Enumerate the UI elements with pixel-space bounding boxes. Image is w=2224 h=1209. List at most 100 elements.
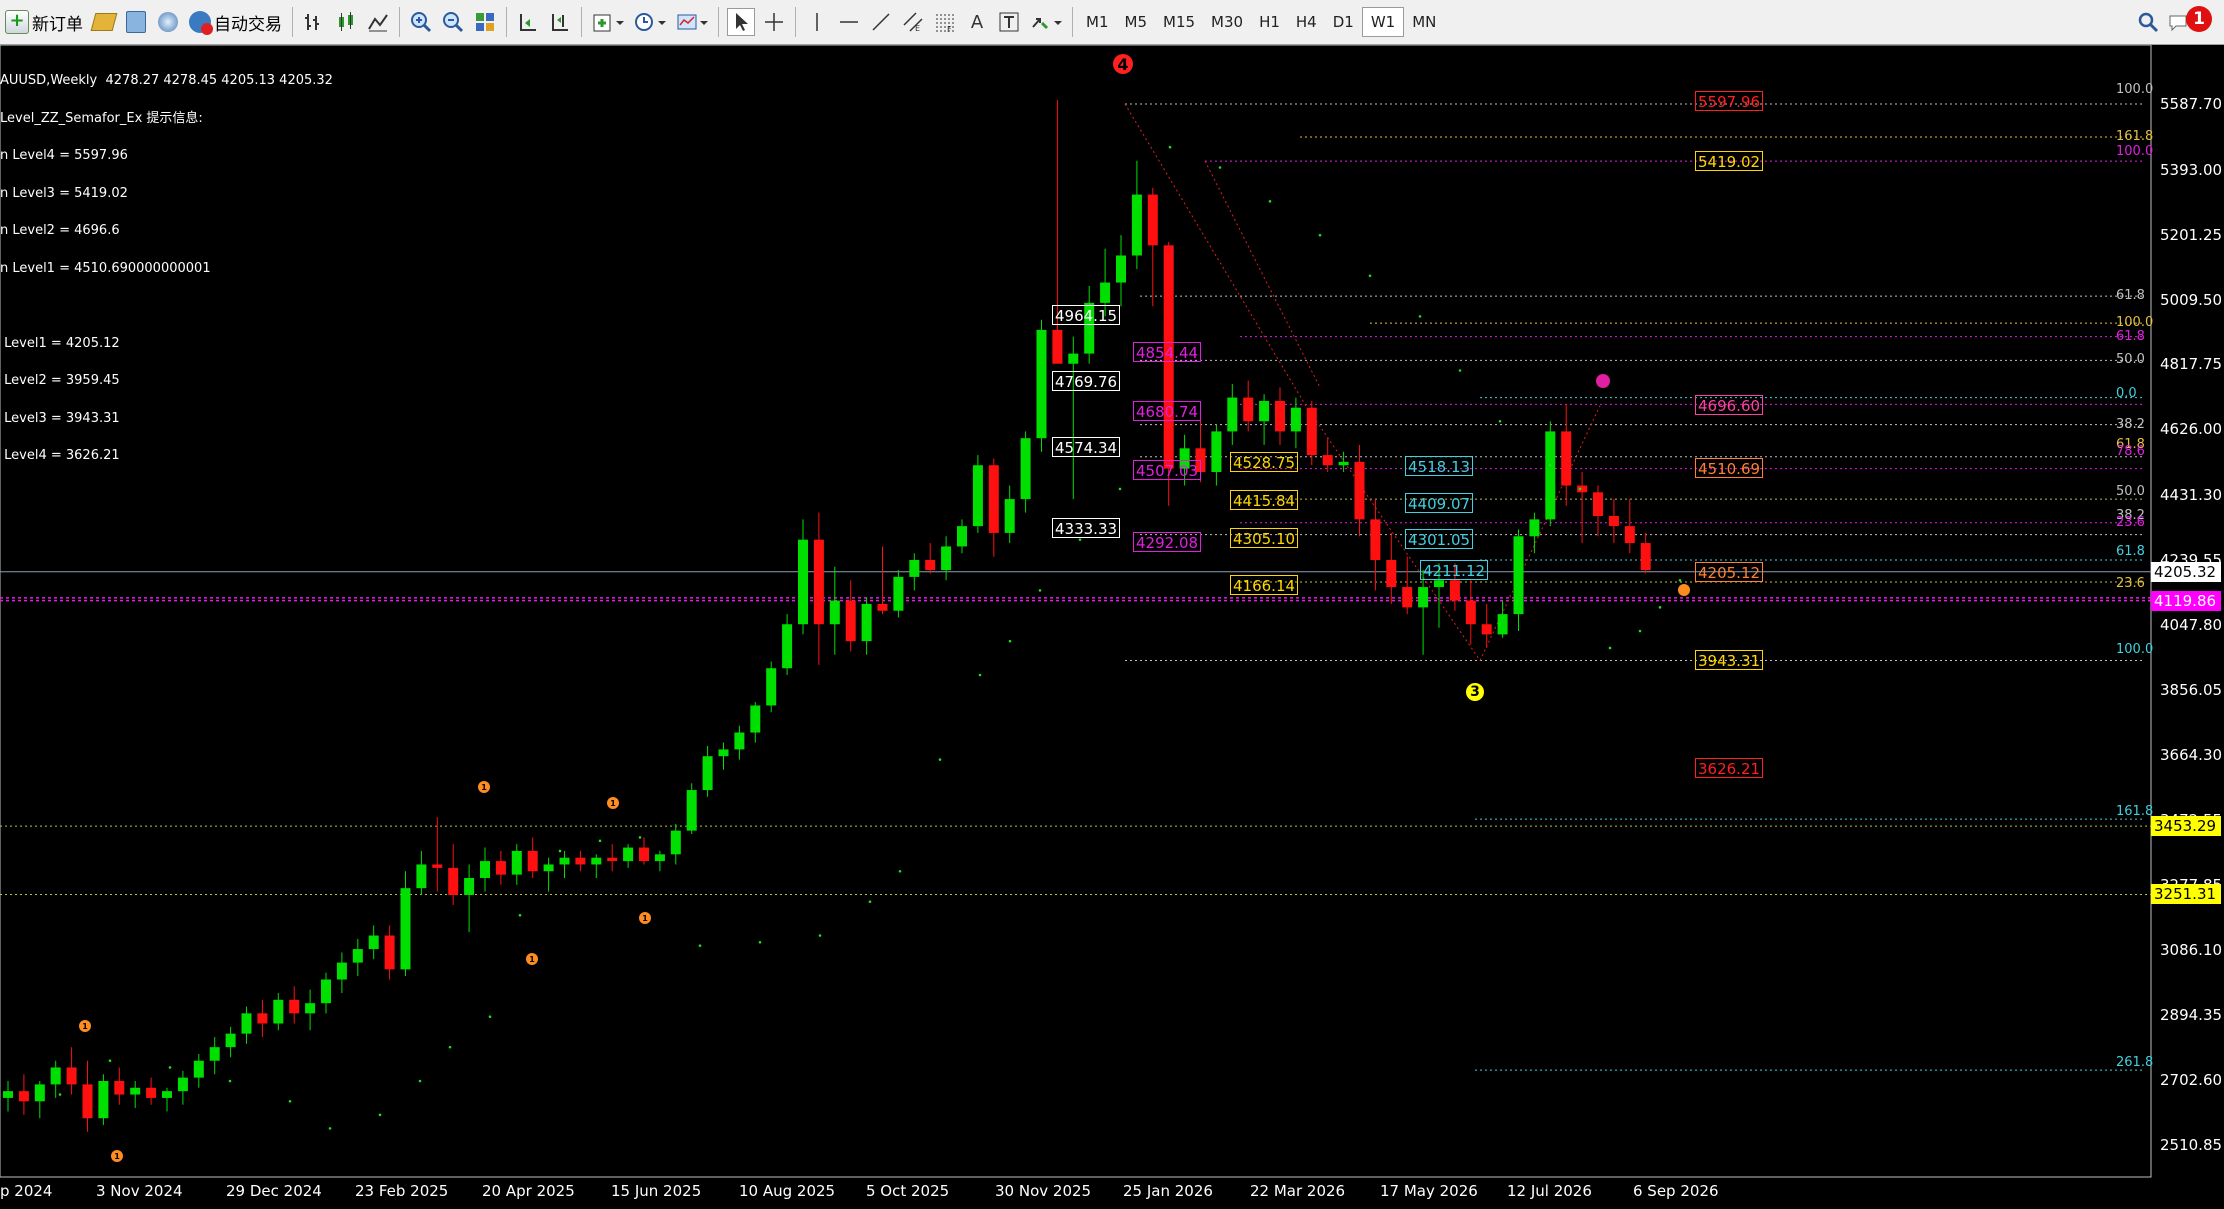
- navigator-icon[interactable]: [155, 9, 181, 35]
- fib-percent-label: 38.2: [2116, 416, 2145, 432]
- candle-body: [321, 979, 331, 1004]
- candle-body: [209, 1047, 220, 1061]
- candle-body: [1036, 329, 1047, 439]
- candle-body: [114, 1081, 125, 1095]
- crosshair-icon[interactable]: [761, 9, 787, 35]
- toolbar-separator: [795, 7, 796, 37]
- candle-body: [607, 857, 618, 862]
- candle-body: [1243, 397, 1254, 422]
- info-line: n Level3 = 5419.02: [0, 185, 128, 201]
- candle-body: [511, 850, 522, 875]
- candle-body: [273, 999, 284, 1024]
- timeframe-mn[interactable]: MN: [1404, 7, 1444, 37]
- candle-body: [1561, 431, 1572, 486]
- candle-body: [368, 935, 379, 950]
- auto-trading-button[interactable]: 自动交易: [184, 5, 287, 39]
- experts-icon[interactable]: [90, 9, 118, 35]
- price-level-label: 5597.96: [1695, 90, 1764, 111]
- svg-text:E: E: [915, 24, 920, 33]
- candle-body: [925, 559, 936, 571]
- price-level-label: 4680.74: [1133, 400, 1202, 421]
- line-chart-icon[interactable]: [365, 9, 391, 35]
- fib-percent-label: 100.0: [2116, 81, 2154, 97]
- zoom-in-icon[interactable]: [408, 9, 434, 35]
- sar-dot: [288, 1100, 292, 1103]
- text-icon[interactable]: A: [964, 9, 990, 35]
- vertical-line-icon[interactable]: [804, 9, 830, 35]
- price-level-label: 4854.44: [1133, 342, 1202, 363]
- timeframe-h4[interactable]: H4: [1288, 7, 1325, 37]
- timeframe-m5[interactable]: M5: [1117, 7, 1156, 37]
- auto-scroll-icon[interactable]: [515, 9, 541, 35]
- candle-body: [1354, 461, 1365, 520]
- symbol-ohlc-header: AUUSD,Weekly 4278.27 4278.45 4205.13 420…: [0, 73, 333, 88]
- chart-area[interactable]: [0, 45, 2224, 1209]
- price-axis-label: 2894.35: [2160, 1006, 2223, 1025]
- candle-body: [702, 756, 713, 791]
- magenta-price-tag: 4119.86: [2151, 590, 2221, 611]
- info-line: Level2 = 3959.45: [0, 373, 120, 388]
- candle-body: [193, 1060, 204, 1078]
- candle-body: [50, 1067, 61, 1085]
- candle-body: [686, 790, 697, 831]
- candle-body: [543, 864, 554, 872]
- new-order-button[interactable]: + 新订单: [0, 5, 88, 39]
- candle-body: [1322, 455, 1333, 466]
- candle-body: [289, 999, 300, 1014]
- candlestick-icon[interactable]: [333, 9, 359, 35]
- periods-icon[interactable]: [632, 9, 668, 35]
- time-axis-label: 12 Jul 2026: [1507, 1182, 1592, 1200]
- indicators-icon[interactable]: [590, 9, 626, 35]
- fib-percent-label: 261.8: [2116, 1055, 2154, 1071]
- candle-body: [845, 600, 856, 642]
- sar-dot: [598, 839, 602, 843]
- semafor-dot-marker: [1596, 374, 1610, 388]
- sar-dot: [698, 944, 702, 947]
- timeframe-m30[interactable]: M30: [1203, 7, 1251, 37]
- price-level-label: 4415.84: [1230, 490, 1299, 511]
- sar-dot: [638, 836, 642, 839]
- sar-dot: [1608, 646, 1612, 650]
- fib-percent-label: 161.8: [2116, 129, 2154, 145]
- timeframe-m1[interactable]: M1: [1078, 7, 1117, 37]
- fibonacci-icon[interactable]: F: [932, 9, 958, 35]
- candle-body: [480, 861, 490, 879]
- indicator-title: Level_ZZ_Semafor_Ex 提示信息:: [0, 110, 203, 126]
- price-level-label: 5419.02: [1695, 151, 1764, 172]
- alerts-badge[interactable]: 1: [2186, 6, 2212, 32]
- semafor-marker: 1: [526, 953, 538, 965]
- channel-icon[interactable]: E: [900, 9, 926, 35]
- price-level-label: 4696.60: [1695, 395, 1764, 416]
- tile-windows-icon[interactable]: [472, 9, 498, 35]
- sar-dot: [168, 1066, 172, 1069]
- text-label-icon[interactable]: [996, 9, 1022, 35]
- candle-body: [34, 1084, 45, 1102]
- horizontal-line-icon[interactable]: [836, 9, 862, 35]
- timeframe-h1[interactable]: H1: [1251, 7, 1288, 37]
- candle-body: [130, 1087, 141, 1095]
- candlestick-chart[interactable]: [0, 45, 2224, 1209]
- data-window-icon[interactable]: [123, 9, 149, 35]
- candle-body: [1020, 438, 1031, 500]
- fib-percent-label: 61.8: [2116, 288, 2145, 304]
- price-axis-label: 3086.10: [2160, 941, 2223, 960]
- timeframe-d1[interactable]: D1: [1325, 7, 1362, 37]
- price-level-label: 4333.33: [1052, 518, 1121, 539]
- trendline-icon[interactable]: [868, 9, 894, 35]
- cursor-icon[interactable]: [727, 8, 755, 36]
- templates-icon[interactable]: [674, 9, 710, 35]
- chart-shift-icon[interactable]: [547, 9, 573, 35]
- arrows-icon[interactable]: [1028, 9, 1064, 35]
- sar-dot: [978, 673, 982, 677]
- price-level-label: 4292.08: [1133, 532, 1202, 553]
- timeframe-w1[interactable]: W1: [1361, 7, 1405, 37]
- timeframe-m15[interactable]: M15: [1155, 7, 1203, 37]
- price-level-label: 4305.10: [1230, 527, 1299, 548]
- bar-chart-icon[interactable]: [301, 9, 327, 35]
- search-icon[interactable]: [2135, 9, 2161, 35]
- zoom-out-icon[interactable]: [440, 9, 466, 35]
- info-panel: AUUSD,Weekly 4278.27 4278.45 4205.13 420…: [0, 50, 333, 475]
- price-level-label: 4166.14: [1230, 574, 1299, 595]
- sar-dot: [1168, 145, 1172, 149]
- yellow-price-tag: 3251.31: [2151, 884, 2221, 905]
